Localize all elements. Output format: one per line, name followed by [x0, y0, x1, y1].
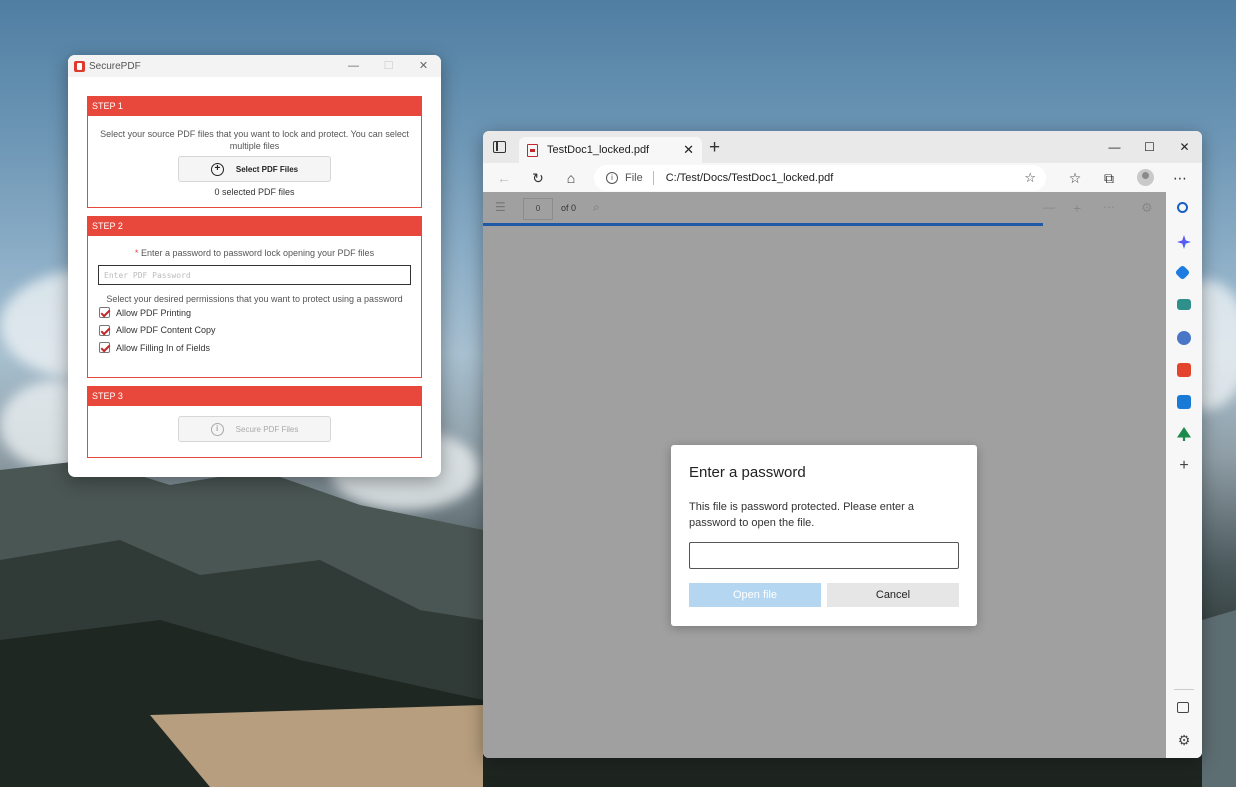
info-icon[interactable]: i: [606, 172, 618, 184]
browser-window: TestDoc1_locked.pdf ✕ + — ☐ ✕ ← ↻ ⌂ i Fi…: [483, 131, 1202, 758]
pdf-password-input[interactable]: [98, 265, 411, 285]
favorites-icon[interactable]: ☆: [1065, 168, 1085, 188]
content-copy-label: Allow PDF Content Copy: [116, 325, 216, 336]
step2-panel: STEP 2 * Enter a password to password lo…: [87, 216, 422, 378]
shopping-icon[interactable]: [1174, 264, 1191, 281]
step3-panel: STEP 3 i Secure PDF Files: [87, 386, 422, 458]
permission-printing[interactable]: Allow PDF Printing: [88, 304, 421, 322]
page-number-input[interactable]: 0: [523, 198, 553, 220]
home-icon[interactable]: ⌂: [561, 168, 581, 188]
selected-files-count: 0 selected PDF files: [214, 187, 295, 197]
browser-maximize-button[interactable]: ☐: [1132, 131, 1167, 163]
profile-avatar[interactable]: [1137, 169, 1154, 186]
refresh-icon[interactable]: ↻: [528, 168, 548, 188]
address-bar[interactable]: i File C:/Test/Docs/TestDoc1_locked.pdf …: [594, 165, 1046, 191]
split-screen-icon[interactable]: [1177, 702, 1189, 713]
filling-fields-label: Allow Filling In of Fields: [116, 342, 211, 353]
app-logo-icon: [74, 60, 85, 72]
content-copy-checkbox[interactable]: [99, 324, 110, 336]
tab-actions-icon[interactable]: [493, 141, 506, 153]
navigation-bar: ← ↻ ⌂ i File C:/Test/Docs/TestDoc1_locke…: [483, 163, 1202, 193]
pdf-toolbar: ☰ 0 of 0 ⌕ — + ⋯ ⚙: [483, 192, 1166, 226]
zoom-in-icon[interactable]: +: [1073, 200, 1081, 216]
collections-icon[interactable]: ⧉: [1099, 168, 1119, 188]
sidebar-divider: [1174, 689, 1194, 690]
browser-sidebar: + ⚙: [1166, 192, 1202, 758]
secure-pdf-files-label: Secure PDF Files: [235, 424, 299, 434]
browser-minimize-button[interactable]: —: [1097, 131, 1132, 163]
more-tools-icon[interactable]: ⋯: [1103, 200, 1115, 214]
page-count: of 0: [561, 203, 577, 213]
settings-icon[interactable]: ⚙: [1177, 733, 1191, 747]
outlook-icon[interactable]: [1177, 395, 1191, 409]
cancel-button[interactable]: Cancel: [827, 583, 959, 607]
loading-progress-bar: [483, 223, 1043, 226]
settings-icon[interactable]: ⚙: [1141, 200, 1153, 216]
tab-title: TestDoc1_locked.pdf: [547, 144, 650, 156]
securepdf-window: SecurePDF — ☐ ✕ STEP 1 Select your sourc…: [68, 55, 441, 477]
step2-header: STEP 2: [88, 217, 421, 236]
close-button[interactable]: ✕: [406, 55, 441, 77]
add-circle-icon: +: [210, 162, 224, 176]
secure-pdf-files-button[interactable]: i Secure PDF Files: [178, 416, 331, 442]
contents-icon[interactable]: ☰: [495, 200, 506, 214]
required-mark: *: [134, 248, 139, 258]
info-icon: i: [210, 422, 224, 436]
add-favorite-icon[interactable]: ☆: [1024, 170, 1036, 186]
permission-content-copy[interactable]: Allow PDF Content Copy: [88, 322, 421, 340]
window-title: SecurePDF: [89, 60, 141, 72]
open-file-button[interactable]: Open file: [689, 583, 821, 607]
password-dialog: Enter a password This file is password p…: [671, 445, 977, 626]
zoom-out-icon[interactable]: —: [1043, 200, 1055, 214]
more-options-icon[interactable]: ⋯: [1170, 168, 1190, 188]
games-icon[interactable]: [1177, 331, 1191, 345]
tab-bar: TestDoc1_locked.pdf ✕ + — ☐ ✕: [483, 131, 1202, 163]
printing-label: Allow PDF Printing: [116, 307, 192, 318]
address-scheme: File: [625, 171, 654, 185]
new-tab-button[interactable]: +: [709, 138, 720, 157]
dialog-title: Enter a password: [689, 464, 806, 481]
browser-close-button[interactable]: ✕: [1167, 131, 1202, 163]
step1-header: STEP 1: [88, 97, 421, 116]
office-icon[interactable]: [1177, 363, 1191, 377]
address-url[interactable]: C:/Test/Docs/TestDoc1_locked.pdf: [666, 172, 834, 184]
copilot-icon[interactable]: [1177, 235, 1191, 249]
minimize-button[interactable]: —: [336, 55, 371, 77]
search-icon[interactable]: [1177, 202, 1188, 213]
password-prompt: * Enter a password to password lock open…: [88, 236, 421, 258]
step1-panel: STEP 1 Select your source PDF files that…: [87, 96, 422, 208]
maximize-button[interactable]: ☐: [371, 55, 406, 77]
dialog-message: This file is password protected. Please …: [689, 501, 915, 529]
select-pdf-files-label: Select PDF Files: [235, 164, 299, 174]
permissions-prompt: Select your desired permissions that you…: [106, 294, 403, 304]
tools-icon[interactable]: [1177, 299, 1191, 310]
tab-pdf[interactable]: TestDoc1_locked.pdf ✕: [519, 137, 702, 163]
pdf-file-icon: [527, 143, 538, 157]
tab-close-button[interactable]: ✕: [683, 142, 694, 158]
securepdf-titlebar: SecurePDF — ☐ ✕: [68, 55, 441, 77]
dialog-password-input[interactable]: [689, 542, 959, 569]
password-prompt-text: Enter a password to password lock openin…: [140, 248, 375, 258]
pdf-viewer: ☰ 0 of 0 ⌕ — + ⋯ ⚙ Enter a password This…: [483, 192, 1166, 758]
search-icon[interactable]: ⌕: [593, 200, 600, 215]
permission-filling-fields[interactable]: Allow Filling In of Fields: [88, 339, 421, 357]
back-arrow-icon[interactable]: ←: [494, 168, 514, 188]
filling-fields-checkbox[interactable]: [99, 342, 110, 354]
select-pdf-files-button[interactable]: + Select PDF Files: [178, 156, 331, 182]
step1-description: Select your source PDF files that you wa…: [100, 129, 409, 151]
step3-header: STEP 3: [88, 387, 421, 406]
printing-checkbox[interactable]: [99, 307, 110, 319]
tree-icon[interactable]: [1177, 427, 1191, 441]
add-icon[interactable]: +: [1177, 458, 1191, 474]
